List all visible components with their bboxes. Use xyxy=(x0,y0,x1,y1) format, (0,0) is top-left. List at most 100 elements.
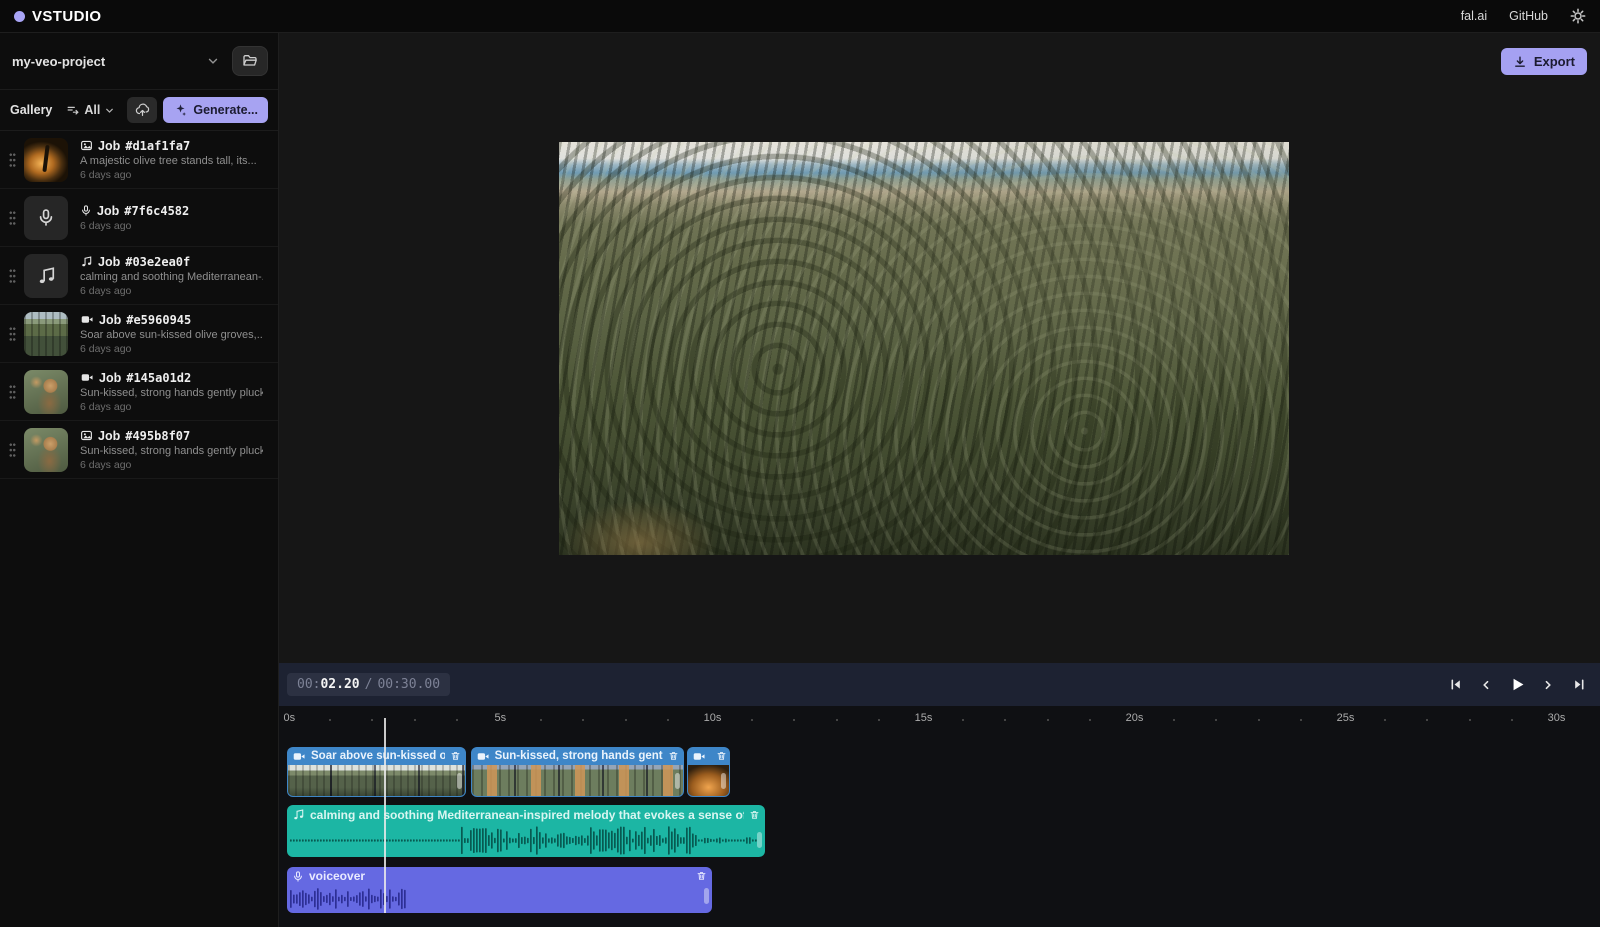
job-prompt: Soar above sun-kissed olive groves,... xyxy=(80,329,263,341)
upload-button[interactable] xyxy=(127,97,157,123)
clip-filmstrip xyxy=(688,765,729,796)
ruler-tick xyxy=(836,719,838,721)
ruler-tick xyxy=(1047,719,1049,721)
drag-handle-icon[interactable] xyxy=(9,326,16,342)
drag-handle-icon[interactable] xyxy=(9,442,16,458)
job-id: #495b8f07 xyxy=(125,429,190,443)
chevron-down-icon xyxy=(206,54,220,68)
export-button[interactable]: Export xyxy=(1501,48,1587,75)
job-title: Job #d1af1fa7 xyxy=(80,139,263,153)
trash-icon xyxy=(450,750,461,762)
sidebar: my-veo-project Gallery All xyxy=(0,33,279,927)
skip-to-end-button[interactable] xyxy=(1568,674,1590,696)
ruler-label: 0s xyxy=(284,712,296,724)
video-clip[interactable]: Sun-kissed, strong hands gently plu xyxy=(471,747,684,797)
drag-handle-icon[interactable] xyxy=(9,210,16,226)
video-icon xyxy=(80,371,94,384)
trash-icon xyxy=(749,809,760,821)
clip-resize-handle[interactable] xyxy=(457,773,462,789)
drag-handle-icon[interactable] xyxy=(9,384,16,400)
delete-clip-button[interactable] xyxy=(668,750,679,762)
top-nav: fal.ai GitHub xyxy=(1461,8,1586,24)
delete-clip-button[interactable] xyxy=(716,750,727,762)
video-clip[interactable]: Soar above sun-kissed olive xyxy=(287,747,466,797)
job-prompt: Sun-kissed, strong hands gently pluck... xyxy=(80,445,263,457)
generate-button[interactable]: Generate... xyxy=(163,97,268,123)
play-icon xyxy=(1509,676,1526,693)
trash-icon xyxy=(696,870,707,882)
job-info: Job#7f6c4582 6 days ago xyxy=(80,204,189,232)
export-label: Export xyxy=(1534,54,1575,69)
playhead[interactable] xyxy=(384,718,386,913)
drag-handle-icon[interactable] xyxy=(9,268,16,284)
ruler-label: 5s xyxy=(495,712,507,724)
skip-to-start-button[interactable] xyxy=(1444,674,1466,696)
clip-resize-handle[interactable] xyxy=(721,773,726,789)
job-prompt: calming and soothing Mediterranean-... xyxy=(80,271,263,283)
step-back-button[interactable] xyxy=(1475,674,1497,696)
gallery-title: Gallery xyxy=(10,103,52,117)
clip-resize-handle[interactable] xyxy=(757,832,762,848)
job-row[interactable]: Job#7f6c4582 6 days ago xyxy=(0,189,278,247)
job-info: Job#03e2ea0fcalming and soothing Mediter… xyxy=(80,255,263,297)
play-button[interactable] xyxy=(1506,674,1528,696)
settings-button[interactable] xyxy=(1570,8,1586,24)
job-title: Job#7f6c4582 xyxy=(80,204,189,218)
mic-icon xyxy=(36,207,55,228)
mic-icon xyxy=(292,870,304,883)
video-icon xyxy=(80,313,94,326)
clip-resize-handle[interactable] xyxy=(704,888,709,904)
chevron-left-icon xyxy=(1479,678,1493,692)
voiceover-waveform xyxy=(287,885,710,913)
chevron-down-icon xyxy=(104,105,115,116)
trash-icon xyxy=(668,750,679,762)
job-row[interactable]: Job#495b8f07Sun-kissed, strong hands gen… xyxy=(0,421,278,479)
trash-icon xyxy=(716,750,727,762)
music-clip[interactable]: calming and soothing Mediterranean-inspi… xyxy=(287,805,765,857)
current-time: 00:02.20 xyxy=(297,677,360,692)
brand-name: VSTUDIO xyxy=(32,8,101,25)
delete-clip-button[interactable] xyxy=(450,750,461,762)
nav-link-github[interactable]: GitHub xyxy=(1509,9,1548,23)
delete-voiceover-clip-button[interactable] xyxy=(696,870,707,882)
job-age: 6 days ago xyxy=(80,169,263,181)
drag-handle-icon[interactable] xyxy=(9,152,16,168)
job-age: 6 days ago xyxy=(80,220,189,232)
job-title-text: Job xyxy=(98,139,120,153)
skip-start-icon xyxy=(1448,677,1463,692)
job-row[interactable]: Job#d1af1fa7A majestic olive tree stands… xyxy=(0,131,278,189)
timeline-ruler[interactable]: 0s5s10s15s20s25s30s xyxy=(279,706,1600,732)
delete-music-clip-button[interactable] xyxy=(749,809,760,821)
step-forward-button[interactable] xyxy=(1537,674,1559,696)
ruler-label: 30s xyxy=(1548,712,1566,724)
clip-resize-handle[interactable] xyxy=(675,773,680,789)
job-id: #7f6c4582 xyxy=(124,204,189,218)
job-id: #d1af1fa7 xyxy=(125,139,190,153)
job-thumbnail xyxy=(24,254,68,298)
job-row[interactable]: Job#e5960945Soar above sun-kissed olive … xyxy=(0,305,278,363)
ruler-tick xyxy=(962,719,964,721)
top-bar: VSTUDIO fal.ai GitHub xyxy=(0,0,1600,33)
job-row[interactable]: Job#03e2ea0fcalming and soothing Mediter… xyxy=(0,247,278,305)
project-selector[interactable]: my-veo-project xyxy=(0,33,278,90)
folder-open-icon xyxy=(242,53,258,69)
ruler-tick xyxy=(1300,719,1302,721)
ruler-tick xyxy=(625,719,627,721)
mic-icon xyxy=(80,204,92,217)
job-title-text: Job xyxy=(99,313,121,327)
job-title: Job#145a01d2 xyxy=(80,371,263,385)
open-project-button[interactable] xyxy=(232,46,268,76)
app-brand: VSTUDIO xyxy=(14,8,101,25)
video-preview[interactable] xyxy=(559,142,1289,555)
music-icon xyxy=(80,255,93,268)
video-clip[interactable]: A xyxy=(687,747,730,797)
video-camera-icon xyxy=(292,750,306,763)
job-age: 6 days ago xyxy=(80,285,263,297)
nav-link-falai[interactable]: fal.ai xyxy=(1461,9,1487,23)
ruler-tick xyxy=(456,719,458,721)
music-note-icon xyxy=(36,265,57,286)
voiceover-clip[interactable]: voiceover xyxy=(287,867,712,913)
job-row[interactable]: Job#145a01d2Sun-kissed, strong hands gen… xyxy=(0,363,278,421)
gallery-filter-dropdown[interactable]: All xyxy=(66,103,115,117)
ruler-label: 15s xyxy=(915,712,933,724)
